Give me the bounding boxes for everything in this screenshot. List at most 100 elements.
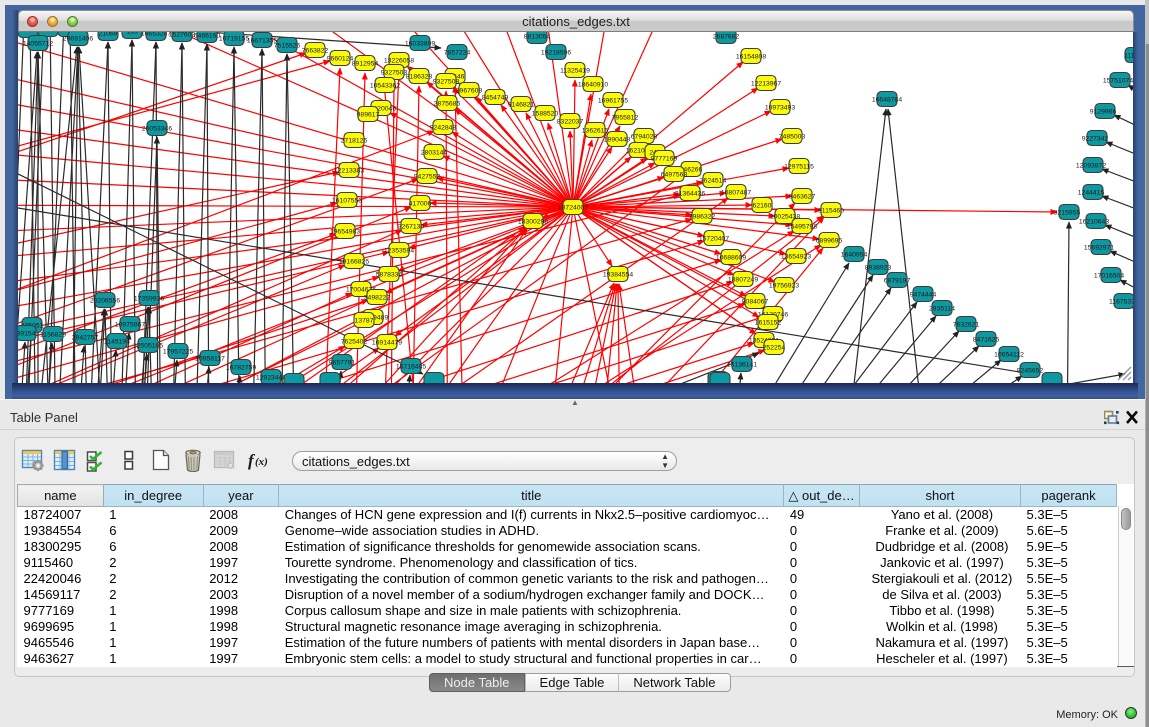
svg-text:6899695: 6899695: [816, 237, 843, 244]
svg-text:9115460: 9115460: [818, 207, 844, 214]
svg-text:1362615: 1362615: [582, 127, 609, 134]
svg-text:39154: 39154: [18, 330, 36, 337]
svg-text:7955812: 7955812: [612, 114, 639, 121]
svg-text:7485003: 7485003: [779, 133, 806, 140]
svg-text:16154808: 16154808: [736, 53, 766, 60]
svg-text:20691406: 20691406: [63, 35, 93, 42]
svg-text:6879197: 6879197: [884, 277, 911, 284]
svg-text:9474444: 9474444: [910, 291, 937, 298]
svg-text:3498222: 3498222: [364, 294, 391, 301]
svg-text:1527602: 1527602: [169, 32, 196, 38]
svg-text:8912954: 8912954: [352, 60, 379, 67]
svg-text:6466160: 6466160: [194, 32, 221, 39]
svg-text:15136141: 15136141: [727, 361, 757, 368]
svg-text:16961755: 16961755: [598, 97, 628, 104]
svg-text:1588520: 1588520: [532, 110, 559, 117]
svg-text:15720407: 15720407: [699, 235, 729, 242]
svg-text:9146821: 9146821: [508, 101, 535, 108]
svg-text:9227342: 9227342: [1082, 135, 1109, 142]
svg-text:16033809: 16033809: [405, 40, 435, 47]
svg-text:3624514: 3624514: [700, 177, 727, 184]
svg-text:9129966: 9129966: [1090, 108, 1117, 115]
svg-text:12923448: 12923448: [256, 374, 286, 381]
svg-text:21364436: 21364436: [675, 190, 705, 197]
svg-text:15495798: 15495798: [787, 223, 817, 230]
svg-text:6794028: 6794028: [631, 133, 658, 140]
svg-text:9463627: 9463627: [789, 193, 816, 200]
svg-text:9084067: 9084067: [742, 298, 769, 305]
svg-text:1145194: 1145194: [104, 338, 130, 345]
svg-text:17957225: 17957225: [163, 348, 193, 355]
svg-text:2687682: 2687682: [713, 33, 740, 40]
svg-text:10958117: 10958117: [195, 355, 225, 362]
svg-text:1167533: 1167533: [1109, 298, 1133, 305]
svg-text:7632621: 7632621: [953, 321, 980, 328]
svg-text:12353594: 12353594: [384, 247, 414, 254]
svg-text:2967608: 2967608: [456, 87, 483, 94]
svg-text:19218506: 19218506: [541, 49, 571, 56]
svg-text:7857224: 7857224: [444, 49, 471, 56]
svg-text:7515526: 7515526: [274, 42, 301, 49]
svg-text:10654112: 10654112: [994, 351, 1024, 358]
svg-text:12093872: 12093872: [1076, 162, 1106, 169]
svg-text:18807249: 18807249: [728, 276, 758, 283]
svg-text:2803144: 2803144: [421, 149, 448, 156]
svg-text:16107553: 16107553: [332, 197, 362, 204]
svg-text:16210643: 16210643: [1079, 218, 1109, 225]
svg-text:9242848: 9242848: [430, 124, 457, 131]
svg-text:12213967: 12213967: [751, 80, 781, 87]
svg-text:2718126: 2718126: [341, 137, 368, 144]
svg-text:18724007: 18724007: [558, 204, 588, 211]
svg-text:12975115: 12975115: [784, 163, 814, 170]
svg-text:19654983: 19654983: [330, 228, 360, 235]
svg-text:9427552: 9427552: [414, 173, 441, 180]
svg-text:165: 165: [126, 32, 138, 35]
svg-text:15751074: 15751074: [1103, 77, 1133, 84]
svg-text:17359926: 17359926: [134, 295, 164, 302]
svg-text:417006: 417006: [409, 200, 432, 207]
svg-text:1990448: 1990448: [604, 136, 631, 143]
svg-text:1615152: 1615152: [755, 319, 782, 326]
svg-text:11325419: 11325419: [560, 67, 590, 74]
svg-text:8454749: 8454749: [482, 94, 509, 101]
svg-text:10653287: 10653287: [141, 32, 171, 37]
svg-text:20053346: 20053346: [142, 125, 172, 132]
svg-text:9777169: 9777169: [651, 155, 678, 162]
svg-text:20206556: 20206556: [90, 297, 120, 304]
svg-text:16671355: 16671355: [247, 37, 277, 44]
svg-text:10973493: 10973493: [765, 104, 795, 111]
svg-text:7625402: 7625402: [341, 338, 368, 345]
svg-text:9327508: 9327508: [433, 78, 460, 85]
svg-text:19384554: 19384554: [603, 271, 633, 278]
svg-text:15716485: 15716485: [396, 363, 426, 370]
svg-text:16914479: 16914479: [372, 339, 402, 346]
svg-text:18640910: 18640910: [578, 81, 608, 88]
svg-text:9660124: 9660124: [327, 55, 354, 62]
svg-text:13226058: 13226058: [384, 57, 414, 64]
svg-text:62160: 62160: [753, 202, 772, 209]
svg-text:13787: 13787: [355, 317, 374, 324]
svg-text:3215955: 3215955: [1054, 209, 1081, 216]
svg-text:252254: 252254: [763, 344, 786, 351]
svg-text:8471626: 8471626: [973, 336, 1000, 343]
svg-text:7663822: 7663822: [302, 47, 329, 54]
svg-text:3875685: 3875685: [434, 100, 461, 107]
svg-text:12505185: 12505185: [133, 342, 163, 349]
svg-text:2935114: 2935114: [929, 305, 955, 312]
svg-text:19166825: 19166825: [339, 258, 369, 265]
svg-text:10807487: 10807487: [721, 189, 751, 196]
svg-text:15692971: 15692971: [1084, 244, 1114, 251]
svg-text:9327503: 9327503: [381, 69, 408, 76]
svg-text:10543362: 10543362: [370, 82, 400, 89]
svg-text:10975867: 10975867: [115, 321, 145, 328]
svg-text:14055712: 14055712: [23, 40, 53, 47]
svg-text:8322037: 8322037: [557, 118, 584, 125]
svg-text:7986322: 7986322: [689, 213, 716, 220]
svg-text:10719155: 10719155: [219, 35, 249, 42]
svg-text:3267130: 3267130: [398, 223, 425, 230]
svg-text:13654923: 13654923: [781, 253, 811, 260]
svg-text:1156829: 1156829: [40, 331, 66, 338]
svg-text:10688609: 10688609: [716, 254, 746, 261]
svg-text:9245652: 9245652: [1017, 367, 1044, 374]
svg-text:12213383: 12213383: [334, 167, 364, 174]
